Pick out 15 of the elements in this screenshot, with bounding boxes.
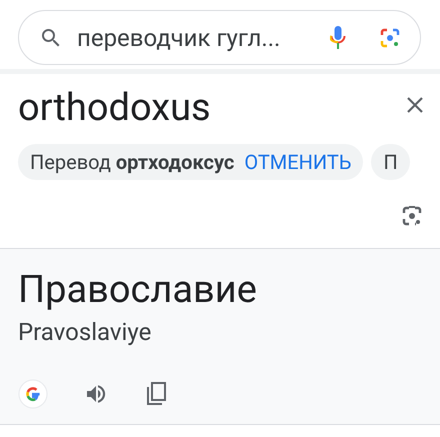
suggestion-chip[interactable]: Перевод ортходоксус ОТМЕНИТЬ <box>18 144 364 180</box>
undo-link[interactable]: ОТМЕНИТЬ <box>244 147 352 177</box>
google-logo-icon[interactable] <box>18 379 48 409</box>
search-query: переводчик гугл... <box>77 22 282 54</box>
copy-icon[interactable] <box>144 381 168 407</box>
close-icon[interactable] <box>406 96 424 114</box>
transliteration-text: Pravoslaviye <box>18 317 152 347</box>
camera-icon[interactable] <box>400 204 424 228</box>
chip-text: П <box>383 149 398 176</box>
suggestion-chip[interactable]: П <box>371 144 410 180</box>
translation-text: Православие <box>18 267 258 313</box>
source-text: orthodoxus <box>18 85 212 132</box>
microphone-icon[interactable] <box>330 24 346 50</box>
search-field[interactable]: переводчик гугл... <box>18 10 421 65</box>
chip-text: Перевод ортходоксус <box>30 149 234 176</box>
